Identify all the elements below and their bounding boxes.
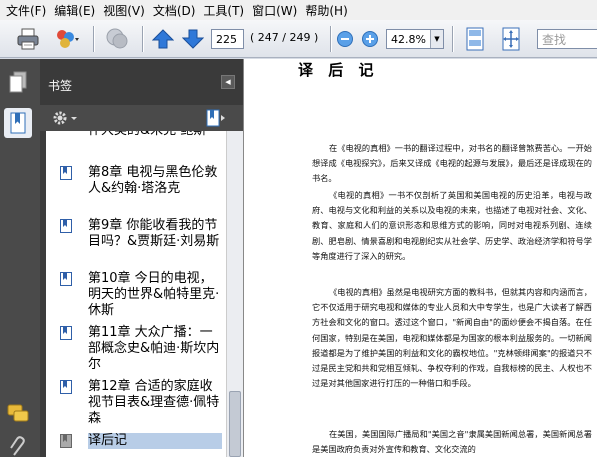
bookmark-label: 译后记 [88,433,222,449]
printer-icon [17,28,39,50]
bookmarks-panel: 书签 ◀ 怀大美的&米克·鲍斯 [40,59,243,457]
zoom-in-icon [362,31,378,47]
new-bookmark-icon [206,109,225,127]
menu-view[interactable]: 视图(V) [101,2,151,19]
bookmark-label: 第9章 你能收看我的节目吗？&贾斯廷·刘易斯 [88,218,220,249]
attachments-panel-button[interactable] [4,431,32,457]
zoom-in-button[interactable] [360,25,380,53]
bookmark-icon [10,112,26,134]
bookmark-page-icon [60,434,72,448]
fit-page-icon [502,27,520,51]
pages-icon [9,71,27,93]
menu-bar: 文件(F) 编辑(E) 视图(V) 文档(D) 工具(T) 窗口(W) 帮助(H… [0,0,597,20]
share-button[interactable] [102,25,132,53]
fit-page-button[interactable] [496,25,526,53]
new-bookmark-button[interactable] [204,108,228,131]
gear-icon [53,111,77,125]
bookmark-label: 第8章 电视与黑色伦敦人&约翰·塔洛克 [88,165,218,196]
zoom-out-button[interactable] [335,25,355,53]
search-placeholder: 查找 [542,32,567,47]
zoom-out-icon [337,31,353,47]
menu-document[interactable]: 文档(D) [151,2,202,19]
previous-page-button[interactable] [150,25,176,53]
scrollbar-thumb[interactable] [229,391,241,457]
menu-help[interactable]: 帮助(H) [303,2,353,19]
comment-icon [7,404,29,422]
bookmark-label: 第11章 大众广播：一部概念史&帕迪·斯坎内尔 [88,325,220,372]
document-paragraph: 《电视的真相》虽然是电视研究方面的教科书，但就其内容和内涵而言，它不仅适用于研究… [312,287,592,389]
zoom-level-value: 42.8% [391,32,426,46]
zoom-level-select[interactable]: 42.8% ▼ [386,29,444,49]
current-page-value: 225 [216,32,237,46]
paperclip-icon [10,436,25,456]
toolbar: 225 ( 247 / 249 ) 42.8% ▼ 查找 [0,20,597,58]
bookmarks-panel-title: 书签 [48,79,73,93]
bookmark-page-icon [60,326,72,340]
bookmarks-toolbar [40,105,243,131]
collaborate-button[interactable] [48,25,86,53]
bookmarks-panel-header: 书签 ◀ [40,59,243,105]
page-number-input[interactable]: 225 [211,29,244,49]
document-paragraph: 《电视的真相》一书不仅剖析了英国和美国电视的历史沿革，电视与政府、电视与文化和利… [312,190,592,261]
document-paragraph: 在《电视的真相》一书的翻译过程中，对书名的翻译曾煞费苦心。一开始想译成《电视探究… [312,143,592,184]
chevron-left-icon: ◀ [225,78,231,86]
search-input[interactable]: 查找 [537,29,597,49]
menu-tools[interactable]: 工具(T) [201,2,250,19]
navigation-rail [0,59,40,457]
bookmark-page-icon [60,272,72,286]
bookmark-page-icon [60,166,72,180]
fit-width-button[interactable] [460,25,490,53]
document-view[interactable]: 译 后 记 在《电视的真相》一书的翻译过程中，对书名的翻译曾煞费苦心。一开始想译… [243,59,597,457]
pages-panel-button[interactable] [4,67,32,97]
menu-file[interactable]: 文件(F) [4,2,52,19]
collapse-panel-button[interactable]: ◀ [221,75,235,89]
next-page-button[interactable] [180,25,206,53]
arrow-down-icon [182,29,204,49]
page-count: ( 247 / 249 ) [250,31,319,44]
chevron-down-icon[interactable]: ▼ [430,30,443,48]
print-button[interactable] [14,25,42,53]
bookmark-scrollbar[interactable] [226,131,243,457]
bookmark-label: 第10章 今日的电视，明天的世界&帕特里克·休斯 [88,271,220,318]
document-heading: 译 后 记 [298,61,379,79]
share-icon [106,28,128,49]
fit-width-icon [466,27,484,51]
bookmarks-panel-button[interactable] [4,108,32,138]
bookmark-page-icon [60,380,72,394]
bookmark-label: 怀大美的&米克·鲍斯 [88,131,222,139]
options-button[interactable] [50,108,80,131]
collaborate-icon [57,30,79,48]
document-paragraph: 在美国，美国国际广播局和"美国之音"隶属美国新闻总署，美国新闻总署是美国政府负责… [312,429,592,455]
bookmark-label: 第12章 合适的家庭收视节目表&理查德·佩特森 [88,379,220,426]
menu-edit[interactable]: 编辑(E) [52,2,101,19]
menu-window[interactable]: 窗口(W) [250,2,303,19]
comments-panel-button[interactable] [4,399,32,429]
bookmark-list: 怀大美的&米克·鲍斯 第8章 电视与黑色伦敦人&约翰·塔洛克 第9章 你能收看我… [46,131,226,457]
bookmark-page-icon [60,219,72,233]
arrow-up-icon [152,29,174,49]
